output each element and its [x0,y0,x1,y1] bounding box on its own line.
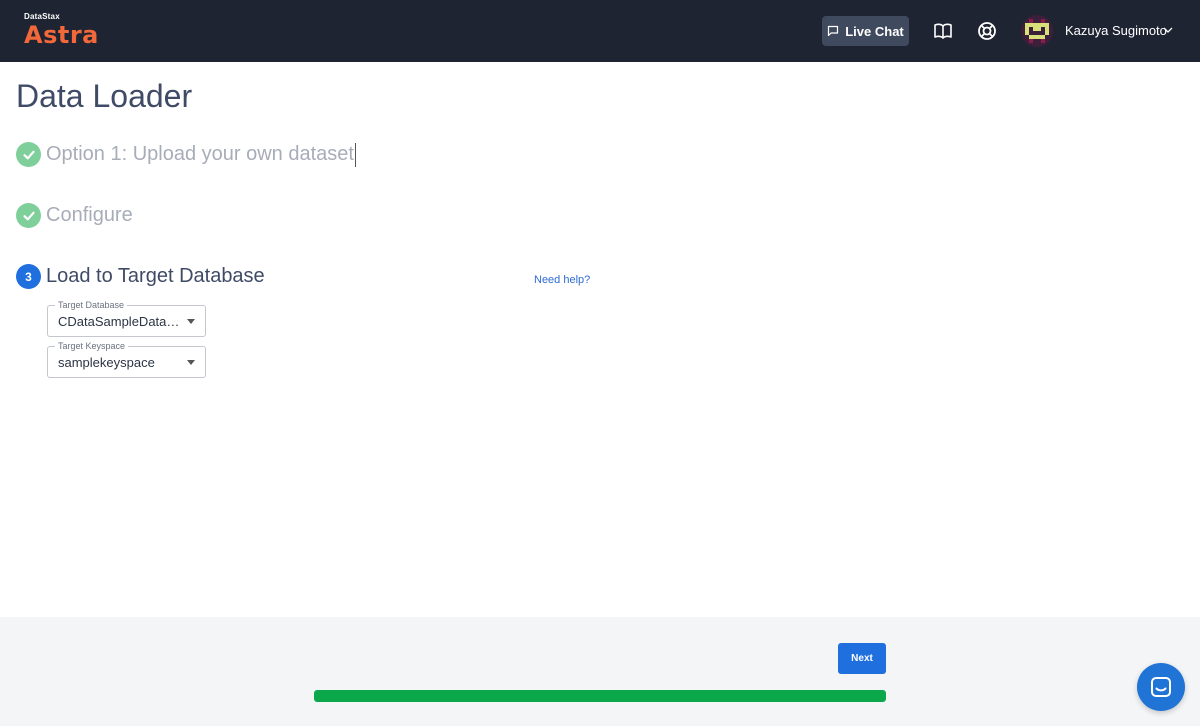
target-keyspace-value: samplekeyspace [58,355,155,370]
chat-icon [828,25,839,37]
need-help-link[interactable]: Need help? [534,274,590,286]
step-label: Load to Target Database [46,265,265,287]
target-database-value: CDataSampleDatabase [58,314,180,329]
step-load-target-database: 3 Load to Target Database [16,264,265,289]
dropdown-arrow-icon [187,319,195,324]
step-label: Configure [46,204,133,226]
chevron-down-icon[interactable] [1163,26,1173,34]
user-name[interactable]: Kazuya Sugimoto [1065,23,1167,38]
page-title: Data Loader [16,78,193,114]
text-cursor [354,142,356,167]
dropdown-arrow-icon [187,360,195,365]
support-chat-launcher[interactable] [1137,663,1185,711]
datastax-astra-logo[interactable]: DataStax Astra [24,12,99,48]
next-button[interactable]: Next [838,643,886,674]
chat-bubble-icon [1151,677,1171,697]
check-circle-icon [16,142,41,167]
target-database-label: Target Database [55,299,128,311]
step-label: Option 1: Upload your own dataset [46,143,354,165]
step-upload-dataset[interactable]: Option 1: Upload your own dataset [16,142,356,167]
pixel-avatar-icon [1021,15,1053,47]
live-chat-label: Live Chat [845,23,904,39]
footer-panel [0,617,1200,726]
lifebuoy-icon[interactable] [976,20,998,42]
check-circle-icon [16,203,41,228]
book-icon[interactable] [932,20,954,42]
progress-bar [314,690,886,702]
live-chat-button[interactable]: Live Chat [822,16,909,46]
logo-brand-main: Astra [24,21,99,49]
top-nav-bar: DataStax Astra Live Chat Kazuya Sugimoto [0,0,1200,62]
progress-fill [314,690,886,702]
user-avatar[interactable] [1021,15,1053,47]
target-database-select[interactable]: Target Database CDataSampleDatabase [47,299,206,337]
step-configure[interactable]: Configure [16,203,133,228]
step-number-badge: 3 [16,264,41,289]
target-keyspace-label: Target Keyspace [55,340,129,352]
target-keyspace-select[interactable]: Target Keyspace samplekeyspace [47,340,206,378]
